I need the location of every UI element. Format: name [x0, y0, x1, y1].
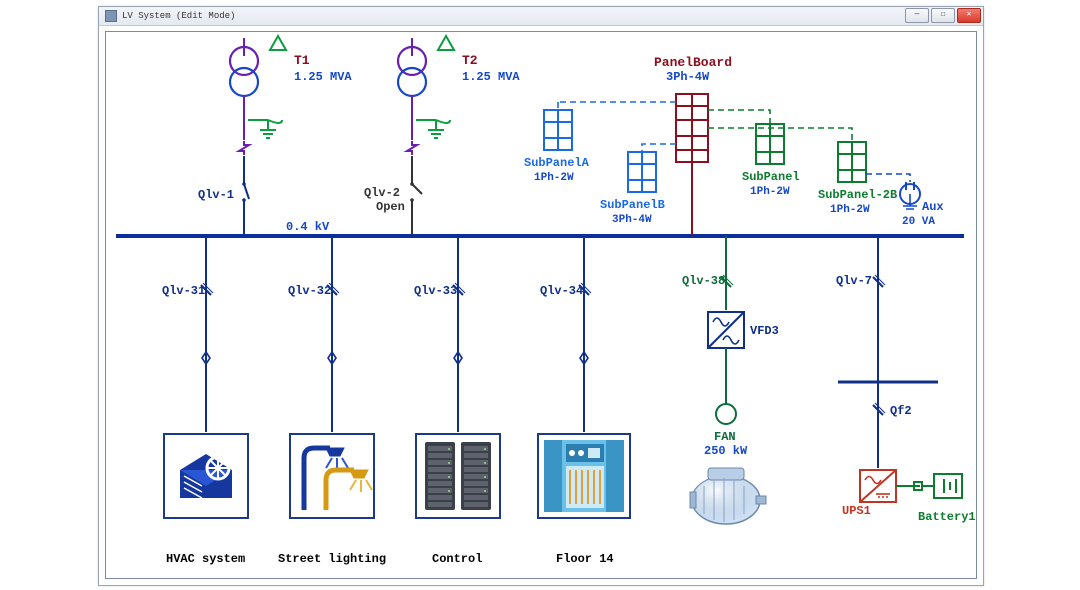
app-window: LV System (Edit Mode) — ☐ ✕	[98, 6, 984, 586]
t2-rating: 1.25 MVA	[462, 70, 520, 84]
subpanel-1-icon[interactable]	[756, 124, 784, 164]
subB-cfg: 3Ph-4W	[612, 214, 652, 226]
qlv38-label: Qlv-38	[682, 274, 725, 288]
t1-name: T1	[294, 53, 310, 68]
motor-symbol[interactable]	[716, 404, 736, 424]
sub1-name: SubPanel	[742, 170, 800, 184]
ups-label: UPS1	[842, 504, 871, 518]
subpanel-a-icon[interactable]	[544, 110, 572, 150]
subpanel-2b-icon[interactable]	[838, 142, 866, 182]
subA-cfg: 1Ph-2W	[534, 172, 574, 184]
sub2B-cfg: 1Ph-2W	[830, 204, 870, 216]
feeder-qlv38[interactable]: Qlv-38 VFD3 FAN 250 kW	[682, 236, 779, 524]
subpanel-b-icon[interactable]	[628, 152, 656, 192]
qf2-label: Qf2	[890, 404, 912, 418]
qlv31-label: Qlv-31	[162, 284, 205, 298]
feeder-qlv32[interactable]: Qlv-32 Street lighting	[278, 236, 386, 566]
street-caption: Street lighting	[278, 552, 386, 566]
floor-caption: Floor 14	[556, 552, 614, 566]
panelboard-cfg: 3Ph-4W	[666, 70, 710, 84]
subB-name: SubPanelB	[600, 198, 665, 212]
battery-icon[interactable]	[934, 474, 962, 498]
qlv34-label: Qlv-34	[540, 284, 583, 298]
diagram-canvas[interactable]: 0.4 kV T1 1.25 MVA Qlv-1	[105, 31, 977, 579]
minimize-button[interactable]: —	[905, 8, 929, 23]
qlv33-label: Qlv-33	[414, 284, 457, 298]
qlv7-label: Qlv-7	[836, 274, 872, 288]
server-racks-icon[interactable]	[416, 434, 500, 518]
panelboard-icon[interactable]	[676, 94, 708, 162]
streetlight-icon[interactable]	[290, 434, 374, 518]
panelboard-name: PanelBoard	[654, 55, 732, 70]
t2-name: T2	[462, 53, 478, 68]
qlv2-state: Open	[376, 200, 405, 214]
bus-voltage-label: 0.4 kV	[286, 220, 330, 234]
sub1-cfg: 1Ph-2W	[750, 186, 790, 198]
subA-name: SubPanelA	[524, 156, 590, 170]
transformer-t2[interactable]: T2 1.25 MVA Qlv-2 Open	[364, 36, 520, 236]
aux-service-icon[interactable]	[900, 182, 920, 209]
floor-panel-icon[interactable]	[538, 434, 630, 518]
hvac-caption: HVAC system	[166, 552, 245, 566]
fan-label: FAN	[714, 430, 736, 444]
motor-icon[interactable]	[690, 468, 766, 524]
window-title: LV System (Edit Mode)	[122, 11, 235, 21]
feeder-qlv7[interactable]: Qlv-7 Qf2 UPS1 Battery1	[836, 236, 976, 524]
qlv1-label: Qlv-1	[198, 188, 234, 202]
ups-icon[interactable]	[860, 470, 896, 502]
feeder-qlv31[interactable]: Qlv-31 HVAC system	[162, 236, 248, 566]
battery-label: Battery1	[918, 510, 976, 524]
panelboard-cluster[interactable]: PanelBoard 3Ph-4W SubPanelA 1Ph-2W SubPa…	[524, 55, 944, 236]
aux-name: Aux	[922, 200, 944, 214]
vfd-label: VFD3	[750, 324, 779, 338]
maximize-button[interactable]: ☐	[931, 8, 955, 23]
control-caption: Control	[432, 552, 482, 566]
feeder-qlv34[interactable]: Qlv-34 Floor 14	[538, 236, 630, 566]
t1-rating: 1.25 MVA	[294, 70, 352, 84]
transformer-t1[interactable]: T1 1.25 MVA Qlv-1	[198, 36, 352, 236]
feeder-qlv33[interactable]: Qlv-33 Control	[414, 236, 500, 566]
title-bar[interactable]: LV System (Edit Mode) — ☐ ✕	[99, 7, 983, 26]
fan-rating: 250 kW	[704, 444, 748, 458]
hvac-icon[interactable]	[164, 434, 248, 518]
qlv2-label: Qlv-2	[364, 186, 400, 200]
aux-rating: 20 VA	[902, 216, 935, 228]
sub2B-name: SubPanel-2B	[818, 188, 897, 202]
close-button[interactable]: ✕	[957, 8, 981, 23]
vfd-icon[interactable]	[708, 312, 744, 348]
qlv32-label: Qlv-32	[288, 284, 331, 298]
app-icon	[105, 10, 117, 22]
